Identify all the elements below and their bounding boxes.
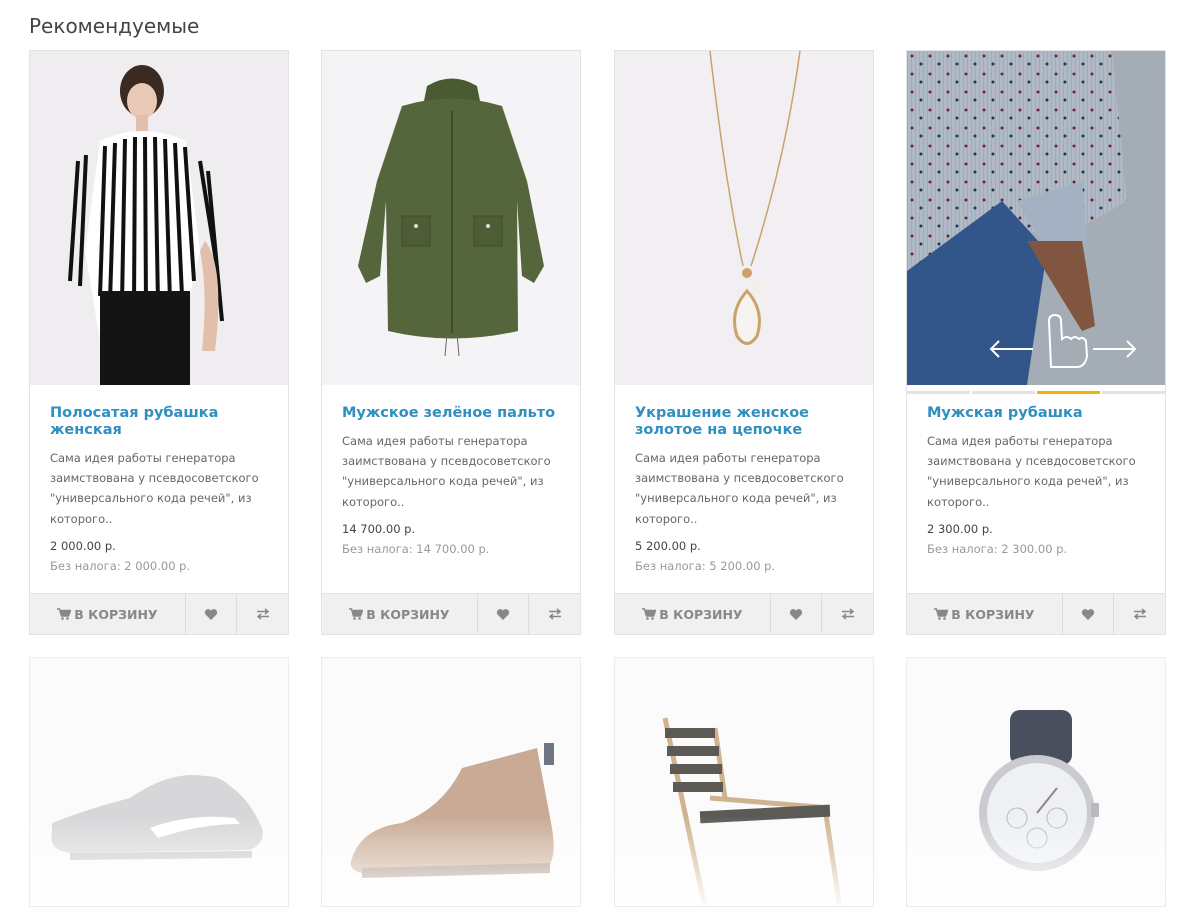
product-price: 14 700.00 р. xyxy=(342,521,416,536)
product-card: Полосатая рубашка женская Сама идея рабо… xyxy=(29,50,289,635)
cart-icon xyxy=(57,608,72,620)
add-to-cart-button[interactable]: В КОРЗИНУ xyxy=(322,594,478,634)
product-tax-price: Без налога: 14 700.00 р. xyxy=(342,541,490,556)
add-to-cart-label: В КОРЗИНУ xyxy=(366,606,450,622)
product-description: Сама идея работы генератора заимствована… xyxy=(635,451,844,526)
heart-icon xyxy=(789,608,803,620)
product-price: 2 300.00 р. xyxy=(927,521,993,536)
product-card: Украшение женское золотое на цепочке Сам… xyxy=(614,50,874,635)
section-title: Рекомендуемые xyxy=(29,14,200,38)
compare-button[interactable] xyxy=(237,594,288,634)
product-image[interactable] xyxy=(30,51,288,385)
fade-overlay xyxy=(30,816,288,906)
product-name-link[interactable]: Украшение женское золотое на цепочке xyxy=(635,405,855,439)
product-actions: В КОРЗИНУ xyxy=(322,593,580,634)
compare-icon xyxy=(1133,608,1146,620)
compare-icon xyxy=(841,608,854,620)
compare-icon xyxy=(256,608,269,620)
compare-icon xyxy=(548,608,561,620)
product-description: Сама идея работы генератора заимствована… xyxy=(50,451,259,526)
product-tax-price: Без налога: 2 000.00 р. xyxy=(50,558,191,573)
add-to-cart-label: В КОРЗИНУ xyxy=(74,606,158,622)
product-name-link[interactable]: Мужское зелёное пальто xyxy=(342,405,562,422)
add-to-cart-label: В КОРЗИНУ xyxy=(951,606,1035,622)
product-card-partial[interactable] xyxy=(614,657,874,907)
compare-button[interactable] xyxy=(529,594,580,634)
wishlist-button[interactable] xyxy=(478,594,530,634)
image-slider-indicator[interactable] xyxy=(907,391,1165,395)
cart-icon xyxy=(349,608,364,620)
wishlist-button[interactable] xyxy=(771,594,823,634)
cart-icon xyxy=(934,608,949,620)
fade-overlay xyxy=(907,816,1165,906)
add-to-cart-button[interactable]: В КОРЗИНУ xyxy=(30,594,186,634)
add-to-cart-button[interactable]: В КОРЗИНУ xyxy=(907,594,1063,634)
product-description: Сама идея работы генератора заимствована… xyxy=(342,434,551,509)
product-actions: В КОРЗИНУ xyxy=(30,593,288,634)
product-card-partial[interactable] xyxy=(321,657,581,907)
product-price: 2 000.00 р. xyxy=(50,538,116,553)
slider-dot-active[interactable] xyxy=(1037,391,1100,394)
compare-button[interactable] xyxy=(1114,594,1165,634)
heart-icon xyxy=(1081,608,1095,620)
add-to-cart-label: В КОРЗИНУ xyxy=(659,606,743,622)
add-to-cart-button[interactable]: В КОРЗИНУ xyxy=(615,594,771,634)
product-name-link[interactable]: Полосатая рубашка женская xyxy=(50,405,270,439)
product-card: Мужская рубашка Сама идея работы генерат… xyxy=(906,50,1166,635)
wishlist-button[interactable] xyxy=(1063,594,1115,634)
product-image[interactable] xyxy=(907,51,1165,385)
product-tax-price: Без налога: 5 200.00 р. xyxy=(635,558,776,573)
product-name-link[interactable]: Мужская рубашка xyxy=(927,405,1147,422)
slider-dot[interactable] xyxy=(1102,391,1165,394)
slider-dot[interactable] xyxy=(972,391,1035,394)
compare-button[interactable] xyxy=(822,594,873,634)
product-card-partial[interactable] xyxy=(29,657,289,907)
heart-icon xyxy=(496,608,510,620)
product-price: 5 200.00 р. xyxy=(635,538,701,553)
product-image[interactable] xyxy=(322,51,580,385)
slider-dot[interactable] xyxy=(907,391,970,394)
product-card-partial[interactable] xyxy=(906,657,1166,907)
cart-icon xyxy=(642,608,657,620)
product-actions: В КОРЗИНУ xyxy=(907,593,1165,634)
product-actions: В КОРЗИНУ xyxy=(615,593,873,634)
fade-overlay xyxy=(322,816,580,906)
product-card: Мужское зелёное пальто Сама идея работы … xyxy=(321,50,581,635)
heart-icon xyxy=(204,608,218,620)
product-image[interactable] xyxy=(615,51,873,385)
product-description: Сама идея работы генератора заимствована… xyxy=(927,434,1136,509)
wishlist-button[interactable] xyxy=(186,594,238,634)
product-tax-price: Без налога: 2 300.00 р. xyxy=(927,541,1068,556)
fade-overlay xyxy=(615,816,873,906)
